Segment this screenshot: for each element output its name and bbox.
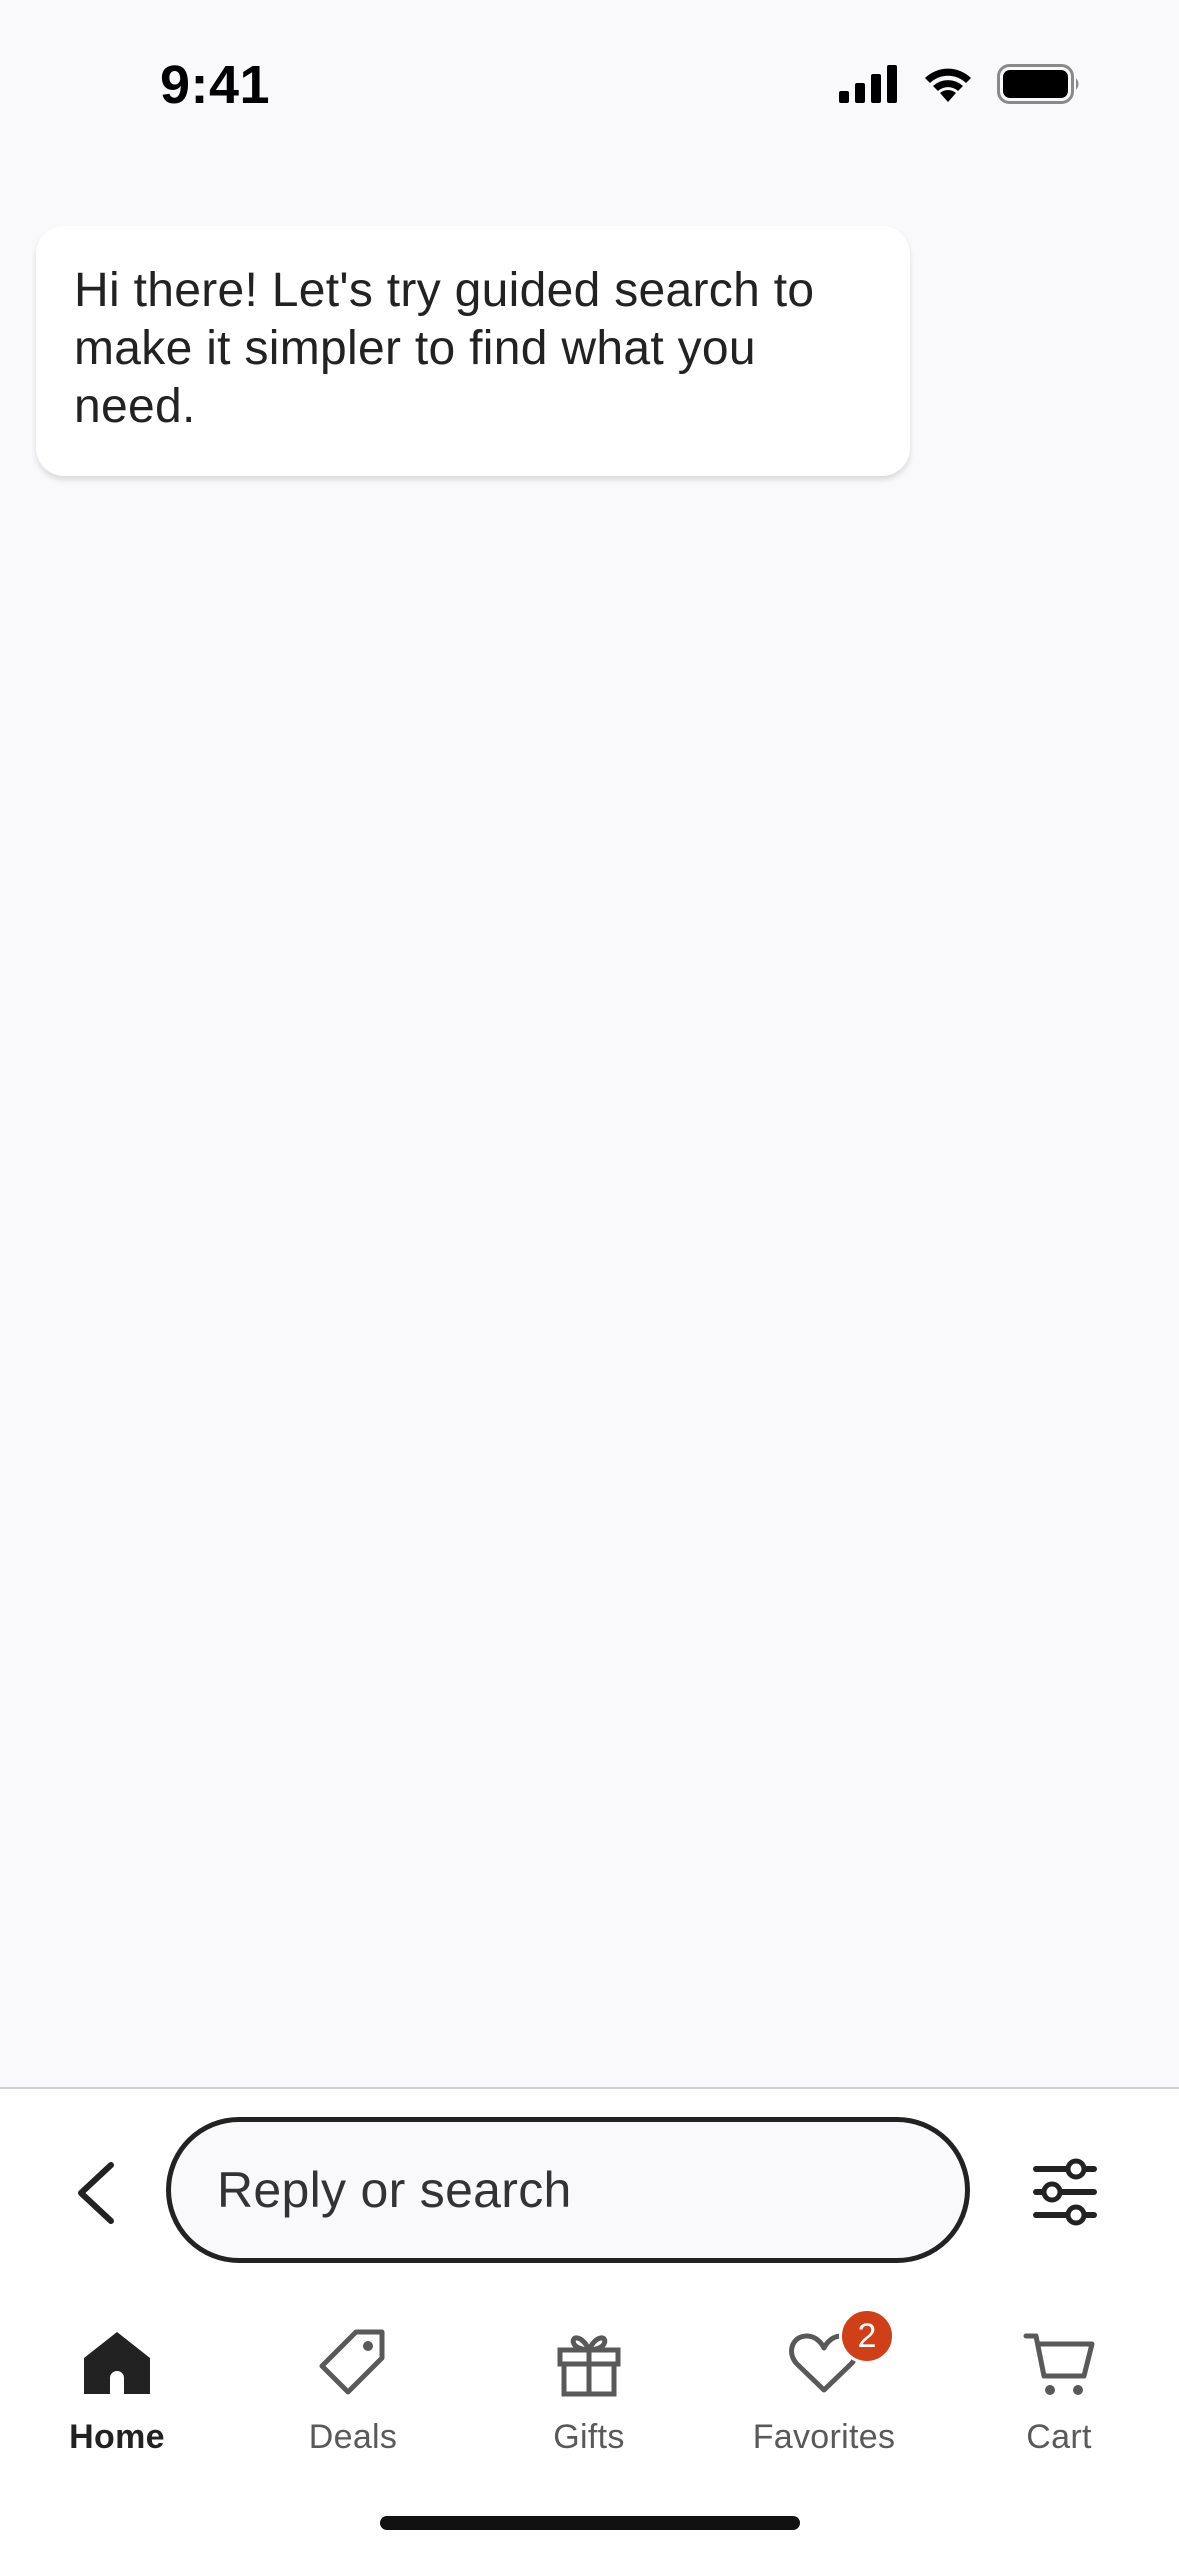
- tab-favorites[interactable]: 2 Favorites: [724, 2308, 924, 2476]
- tab-home[interactable]: Home: [17, 2326, 217, 2476]
- tab-label: Gifts: [553, 2418, 625, 2456]
- tab-bar: Home Deals Gifts 2 Favorites Cart: [0, 2306, 1179, 2556]
- status-time: 9:41: [160, 55, 271, 115]
- back-button[interactable]: [60, 2155, 130, 2235]
- sliders-icon: [1030, 2158, 1100, 2231]
- cellular-signal-icon: [839, 65, 899, 108]
- heart-icon: 2: [787, 2308, 895, 2400]
- filter-button[interactable]: [1030, 2157, 1100, 2227]
- reply-bar: Reply or search: [0, 2087, 1179, 2308]
- tab-cart[interactable]: Cart: [959, 2326, 1159, 2476]
- tab-deals[interactable]: Deals: [253, 2326, 453, 2476]
- tag-icon: [316, 2326, 390, 2400]
- tab-label: Favorites: [752, 2418, 896, 2456]
- favorites-count-badge: 2: [839, 2308, 895, 2364]
- wifi-icon: [921, 64, 975, 109]
- home-indicator: [380, 2516, 800, 2530]
- status-bar: 9:41: [0, 0, 1179, 150]
- battery-icon: [997, 64, 1081, 109]
- chat-area: Hi there! Let's try guided search to mak…: [0, 150, 1179, 2086]
- home-icon: [80, 2326, 154, 2400]
- tab-gifts[interactable]: Gifts: [489, 2326, 689, 2476]
- assistant-message-bubble: Hi there! Let's try guided search to mak…: [36, 226, 910, 476]
- status-icons: [839, 64, 1081, 109]
- cart-icon: [1022, 2326, 1096, 2400]
- search-input[interactable]: Reply or search: [166, 2117, 970, 2263]
- chevron-left-icon: [73, 2161, 117, 2230]
- tab-label: Cart: [1026, 2418, 1092, 2456]
- tab-label: Deals: [308, 2418, 398, 2456]
- tab-label: Home: [69, 2418, 165, 2456]
- search-placeholder: Reply or search: [217, 2162, 572, 2218]
- gift-icon: [552, 2326, 626, 2400]
